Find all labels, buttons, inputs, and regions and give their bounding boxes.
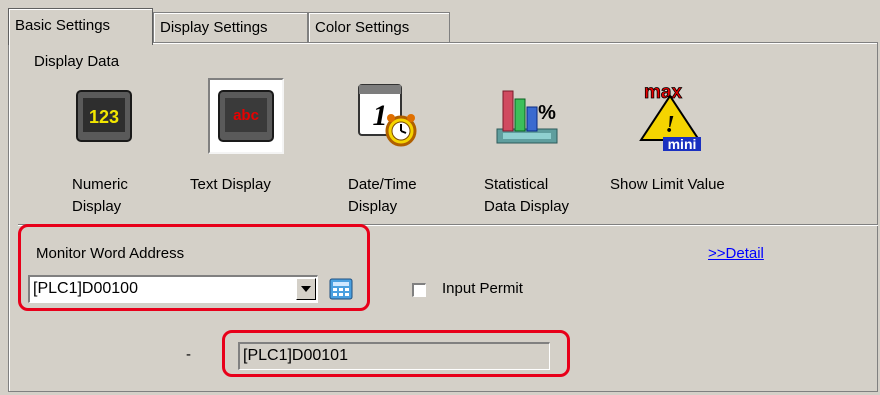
- date-time-display-button[interactable]: 1: [350, 78, 426, 154]
- svg-text:%: %: [538, 102, 556, 124]
- statistical-data-display-icon: %: [496, 90, 558, 144]
- text-display-label: Text Display: [190, 176, 271, 193]
- statistical-data-display-button[interactable]: %: [490, 78, 566, 154]
- display-data-heading: Display Data: [34, 53, 120, 70]
- show-limit-value-label: Show Limit Value: [610, 176, 725, 193]
- svg-text:123: 123: [89, 107, 119, 127]
- show-limit-value-icon: max ! mini: [639, 82, 701, 152]
- text-display-button[interactable]: abc: [208, 78, 284, 154]
- highlight-monitor-address: [18, 224, 370, 311]
- svg-text:!: !: [665, 112, 674, 138]
- input-permit-label[interactable]: Input Permit: [442, 280, 523, 297]
- date-time-display-label: Date/Time Display: [348, 176, 417, 215]
- text-display-icon: abc: [218, 90, 274, 142]
- svg-text:1: 1: [373, 99, 388, 132]
- numeric-display-label: Numeric Display: [72, 176, 128, 215]
- show-limit-value-button[interactable]: max ! mini: [632, 78, 708, 154]
- highlight-secondary-address: [222, 330, 570, 377]
- numeric-display-icon: 123: [76, 90, 132, 142]
- statistical-data-display-label: Statistical Data Display: [484, 176, 570, 215]
- input-permit-checkbox[interactable]: [412, 283, 426, 297]
- detail-link[interactable]: >>Detail: [708, 245, 764, 262]
- svg-text:max: max: [644, 82, 682, 103]
- date-time-display-icon: 1: [358, 84, 417, 147]
- numeric-display-button[interactable]: 123: [66, 78, 142, 154]
- range-separator-dash: -: [186, 346, 191, 363]
- svg-text:abc: abc: [233, 107, 259, 124]
- svg-text:mini: mini: [668, 136, 697, 152]
